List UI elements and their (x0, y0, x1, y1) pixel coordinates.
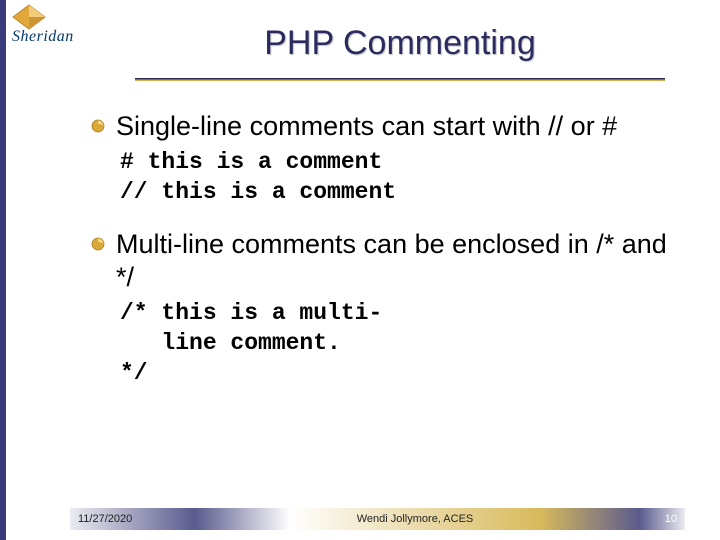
bullet-item: Multi-line comments can be enclosed in /… (90, 228, 680, 293)
footer: 11/27/2020 Wendi Jollymore, ACES 10 (70, 508, 685, 530)
logo: Sheridan (12, 4, 90, 46)
footer-date: 11/27/2020 (70, 508, 195, 530)
bullet-icon (90, 236, 110, 257)
footer-author: Wendi Jollymore, ACES (290, 508, 540, 530)
code-block: # this is a comment // this is a comment (120, 148, 680, 208)
logo-text: Sheridan (12, 28, 90, 46)
footer-spacer (195, 508, 290, 530)
title-underline (135, 78, 665, 81)
bullet-text: Multi-line comments can be enclosed in /… (116, 228, 680, 293)
bullet-text: Single-line comments can start with // o… (116, 110, 617, 142)
footer-page: 10 (640, 508, 685, 530)
content-area: Single-line comments can start with // o… (90, 110, 680, 409)
diamond-icon (12, 4, 46, 30)
footer-spacer (540, 508, 640, 530)
slide: Sheridan PHP Commenting Single-line comm… (0, 0, 720, 540)
side-stripe (0, 0, 6, 540)
slide-title: PHP Commenting (140, 24, 660, 63)
bullet-item: Single-line comments can start with // o… (90, 110, 680, 142)
bullet-icon (90, 118, 110, 139)
code-block: /* this is a multi- line comment. */ (120, 299, 680, 389)
